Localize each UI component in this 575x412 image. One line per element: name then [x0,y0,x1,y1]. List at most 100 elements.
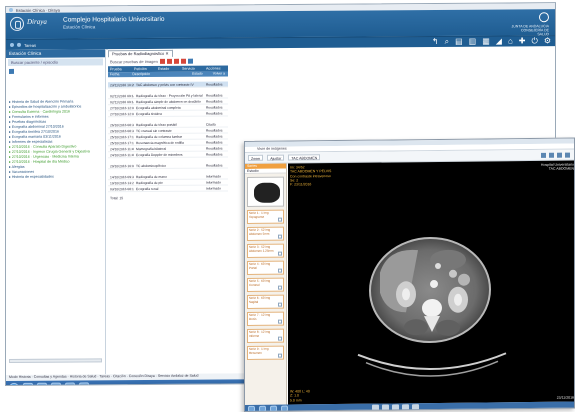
row-date: 02/11/2016 09:14 [110,94,134,99]
next-image-icon[interactable] [402,404,409,411]
row-description: Radiografía de columna lumbar [136,134,182,140]
taskbar-app-icon[interactable] [23,382,33,387]
series-thumbnail[interactable]: Serie 6 · 60 img Sagital [247,294,284,309]
ct-viewport[interactable]: Im: 34/52 TAC ABDOMEN Y PELVIS Con contras… [288,160,575,405]
taskbar-app-icon[interactable] [270,405,277,412]
taskbar-app-icon[interactable] [65,382,75,387]
table-row[interactable]: 03/10/2016 08:10 Ecografía renal Informado [108,185,228,193]
row-description: Ecografía renal [136,186,159,192]
series-checkbox[interactable] [278,285,282,290]
row-description: Mamografía bilateral [136,146,167,152]
taskbar-app-icon[interactable] [259,405,266,412]
toolbar-tasks-button[interactable]: Tareas [24,42,36,47]
series-thumbnail[interactable]: Serie 1 · 1 img Topograma [247,209,284,224]
taskbar-app-icon[interactable] [79,382,89,387]
row-status: Resultados [206,105,223,110]
grid-subheader-cell[interactable]: Estado resultado [190,72,211,81]
series-thumbnail[interactable]: Serie 2 · 52 img Abdomen 5mm [247,226,284,241]
search-icon[interactable]: ⌕ [445,37,449,46]
tab-radiology[interactable]: Pruebas de Radiodiagnóstico ✕ [108,49,173,58]
series-checkbox[interactable] [278,302,282,307]
pan-icon[interactable] [565,152,570,158]
series-thumbnail[interactable]: Serie 4 · 60 img Portal [247,260,284,275]
tree-item[interactable]: ▸ Historia de especialidades [9,174,103,180]
row-date: 10/10/2016 13:20 [110,181,134,186]
back-icon[interactable]: ↰ [432,37,439,46]
patient-search-field[interactable]: Buscar paciente / episodio [8,58,103,66]
series-checkbox[interactable] [278,234,282,239]
last-image-icon[interactable] [412,404,419,411]
grid-subheader-cell[interactable]: Fecha [108,72,130,77]
taskbar-app-icon[interactable] [248,405,255,412]
power-icon[interactable]: ⏻ [532,36,538,45]
print-icon[interactable] [166,58,172,64]
layout-icon[interactable] [541,152,546,158]
tree-item-label: Historia de Salud de Atención Primaria [11,99,74,104]
row-status: Resultados [206,93,223,98]
series-checkbox[interactable] [278,217,282,222]
row-date: 14/10/2016 09:30 [110,175,134,180]
series-thumbnail[interactable]: Serie 9 · 1 img Resumen [247,345,284,360]
overlay-bottom-left: W: 400 L: 40 Z: 1.0 5.0 mm [290,389,310,402]
app-icon [9,7,13,12]
send-icon[interactable]: ◢ [496,37,502,46]
row-date: 26/10/2016 08:30 [110,129,134,134]
patient-icon[interactable] [9,68,14,74]
series-thumbnail[interactable]: Serie 7 · 12 img Dosis [247,311,284,326]
series-thumbnail[interactable]: Serie 5 · 60 img Coronal [247,277,284,292]
row-date: 02/11/2016 09:14 [110,100,134,105]
row-date: 27/10/2016 12:00 [110,112,134,117]
taskbar-app-icon[interactable] [51,382,61,387]
tree-item-label: Informes de especialistas [11,139,53,144]
row-description: Ecografía Doppler de miembros [136,152,183,158]
series-checkbox[interactable] [278,336,282,341]
document-icon[interactable]: ▤ [455,37,463,46]
settings-icon[interactable]: ⚙ [544,36,551,45]
series-checkbox[interactable] [278,268,282,273]
overlay-line: TAC ABDOMEN [548,166,574,172]
taskbar-app-icon[interactable] [281,405,288,412]
pdf-icon[interactable] [159,58,165,64]
close-icon[interactable]: ✕ [165,51,168,56]
row-status: Resultados [206,128,223,133]
series-checkbox[interactable] [278,353,282,358]
info-icon[interactable] [187,58,193,64]
series-preview[interactable] [247,176,284,207]
row-date: 03/10/2016 08:10 [110,187,134,192]
chart-icon[interactable]: ▥ [469,37,477,46]
study-field[interactable]: TAC ABDOMEN [288,154,321,161]
overlay-line: 23/11/2016 [556,395,574,400]
series-thumbnail[interactable]: Serie 3 · 52 img Abdomen 1.25mm [247,243,284,258]
pdf-icon[interactable] [180,58,186,64]
zoom-field[interactable]: Zoom [248,154,264,161]
row-status: Informado [206,180,221,185]
ct-slice-image [357,237,507,377]
grid-subheader-cell[interactable]: Descripción [130,72,190,77]
plus-icon[interactable]: ✚ [519,36,526,45]
series-checkbox[interactable] [278,251,282,256]
play-icon[interactable] [392,404,399,411]
preview-image [254,182,280,203]
series-checkbox[interactable] [278,319,282,324]
tree-item-label: Consulta Externa · Cardiología 2016 [11,109,70,114]
stack-icon[interactable]: ▦ [482,37,490,46]
first-image-icon[interactable] [372,404,379,411]
home-icon[interactable]: ⌂ [508,36,513,45]
row-date: 24/10/2016 11:45 [110,153,134,158]
row-status: Resultados [206,99,223,104]
window-level-icon[interactable] [549,152,554,158]
row-description: Radiografía de tórax · Proyección PA y l… [136,93,203,99]
series-thumbnail[interactable]: Serie 8 · 12 img Informe [247,328,284,343]
row-description: TC craneal sin contraste [136,128,172,134]
pdf-icon[interactable] [173,58,179,64]
prev-image-icon[interactable] [382,404,389,411]
row-status: Resultados [206,152,223,157]
fit-field[interactable]: Ajustar [267,154,285,161]
taskbar-app-icon[interactable] [37,382,47,387]
zoom-icon[interactable] [557,152,562,158]
start-button[interactable] [9,382,19,387]
horizontal-scrollbar[interactable] [9,358,102,363]
series-panel: Series Estudio Serie 1 · 1 img Topograma S… [245,163,287,405]
clinical-tree: ▸ Historia de Salud de Atención Primaria… [9,99,103,180]
grid-subheader-cell[interactable]: Volver a mostrar [211,71,228,80]
